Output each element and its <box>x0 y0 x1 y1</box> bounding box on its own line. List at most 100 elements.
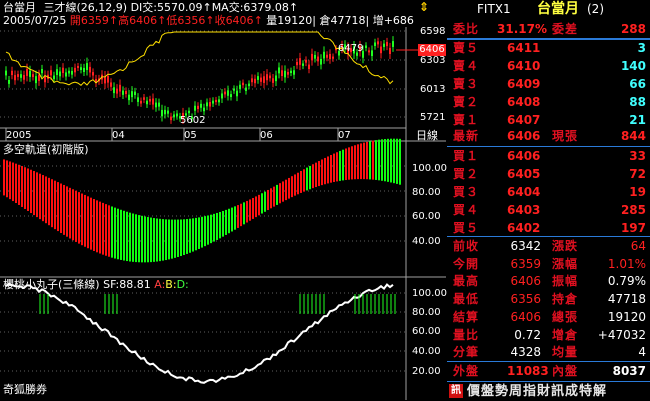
period-label[interactable]: 日線 <box>416 130 438 141</box>
track-bar <box>87 196 89 249</box>
candle-body <box>263 76 265 83</box>
track-bar <box>234 206 236 230</box>
stat-label: 漲跌 <box>552 239 579 253</box>
candle-body <box>20 74 22 78</box>
track-bar <box>30 169 32 214</box>
chart-area[interactable]: 台當月 三才線(26,12,9) DI交:5570.09↑MA交:6379.08… <box>0 0 447 400</box>
candle-body <box>71 71 73 75</box>
candle-body <box>374 42 376 46</box>
track-bar <box>198 217 200 249</box>
track-bar <box>33 171 35 216</box>
panel3-y-tick: 100.00 <box>412 288 447 299</box>
track-bar <box>138 215 140 263</box>
order-book-row[interactable]: 賣５ 6411 3 <box>447 39 650 58</box>
track-bar <box>369 141 371 180</box>
sf-value: SF:88.81 <box>103 278 151 291</box>
di-line <box>5 31 394 86</box>
track-bar <box>111 206 113 258</box>
track-bar <box>141 215 143 263</box>
track-bar <box>147 217 149 263</box>
track-bar <box>183 219 185 256</box>
track-bar <box>69 187 71 239</box>
inner-value: 8037 <box>612 364 646 378</box>
track-bar <box>222 210 224 237</box>
ratio-diff-label: 委差 <box>552 22 579 36</box>
track-bar <box>153 218 155 262</box>
track-bar <box>375 140 377 180</box>
candle-body <box>236 90 238 97</box>
level-label: 賣２ <box>453 95 480 109</box>
last-label: 最新 <box>453 129 480 143</box>
candle-body <box>254 78 256 84</box>
ohlc-item: 收6406↑ <box>214 14 263 27</box>
order-book-row[interactable]: 賣３ 6409 66 <box>447 75 650 94</box>
stat-value: 6359 <box>510 256 541 271</box>
candle-body <box>293 70 295 75</box>
track-bar <box>297 172 299 195</box>
x-label: 07 <box>338 130 351 141</box>
y-tick: 6303 <box>420 55 446 66</box>
track-bar <box>213 213 215 242</box>
current-price-tag: 6406 <box>418 44 446 56</box>
cherry-line <box>5 282 394 384</box>
news-ticker[interactable]: 訊 價盤勢周指財訊成特解 <box>447 381 650 401</box>
track-bar <box>63 184 65 235</box>
track-bar <box>351 146 353 180</box>
y-tick: 6013 <box>420 84 446 95</box>
track-bar <box>384 139 386 182</box>
track-bar <box>342 149 344 181</box>
order-book-row[interactable]: 買２ 6405 72 <box>447 165 650 184</box>
candle-body <box>143 97 145 100</box>
level-qty: 285 <box>620 203 646 217</box>
candle-body <box>221 93 223 99</box>
track-bar <box>177 219 179 257</box>
level-price: 6410 <box>507 59 541 73</box>
track-bar <box>144 216 146 263</box>
candle-body <box>215 99 217 103</box>
order-book-row[interactable]: 賣２ 6408 88 <box>447 93 650 112</box>
chart-canvas[interactable] <box>0 0 446 400</box>
stat-label: 結算 <box>453 309 480 324</box>
ratio-label: 委比 <box>453 22 480 36</box>
panel3-title: 櫻桃小丸子(三條線) <box>3 278 100 291</box>
order-book-row[interactable]: 買４ 6403 285 <box>447 201 650 220</box>
news-icon[interactable]: 訊 <box>449 384 463 398</box>
order-book-row[interactable]: 賣４ 6410 140 <box>447 57 650 76</box>
stat-value: 1.01% <box>607 256 646 271</box>
candle-body <box>170 116 172 121</box>
track-bar <box>279 183 281 204</box>
order-book-row[interactable]: 買１ 6406 33 <box>447 147 650 166</box>
candle-body <box>233 88 235 91</box>
stat-label: 增倉 <box>552 327 579 342</box>
y-tick: 5721 <box>420 112 446 123</box>
track-bar <box>285 179 287 201</box>
track-bar <box>339 150 341 181</box>
level-qty: 3 <box>637 41 646 55</box>
track-bar <box>219 211 221 239</box>
ticker-text: 價盤勢周指財訊成特解 <box>467 384 608 399</box>
panel3-header: 櫻桃小丸子(三條線) SF:88.81 A:B:D: <box>3 278 189 291</box>
candle-body <box>308 64 310 70</box>
track-bar <box>309 165 311 190</box>
track-bar <box>93 199 95 252</box>
candle-body <box>200 103 202 108</box>
indicator-header: 三才線(26,12,9) DI交:5570.09↑MA交:6379.08↑ <box>43 1 299 14</box>
track-bar <box>255 196 257 218</box>
line-label-a: A: <box>154 278 166 291</box>
high-annotation: 6479 <box>338 43 364 54</box>
candle-body <box>314 54 316 59</box>
track-bar <box>261 193 263 214</box>
track-bar <box>156 218 158 262</box>
ohlc-item: 開6359↑ <box>69 14 119 27</box>
y-tick: 6598 <box>420 26 446 37</box>
order-book-row[interactable]: 買３ 6404 19 <box>447 183 650 202</box>
current-qty-value: 844 <box>620 129 646 143</box>
track-bar <box>165 219 167 261</box>
up-down-arrow-icon[interactable]: ⇕ <box>419 0 429 14</box>
track-bar <box>186 219 188 254</box>
candle-body <box>212 100 214 104</box>
stat-label: 今開 <box>453 256 480 271</box>
broker-footer: 奇狐勝券 <box>3 383 47 396</box>
track-bar <box>24 167 26 209</box>
track-bar <box>315 162 317 188</box>
